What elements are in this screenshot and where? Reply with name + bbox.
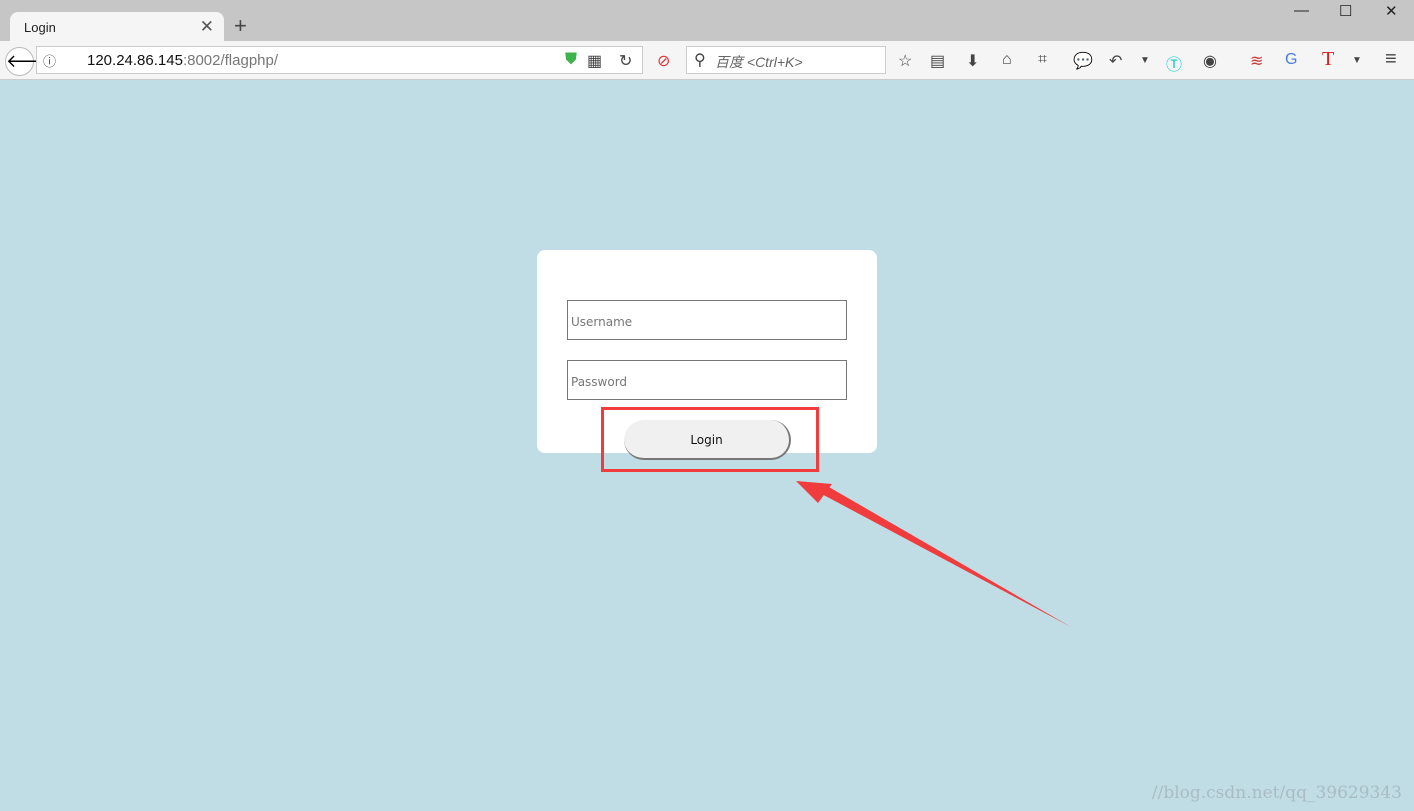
watermark: //blog.csdn.net/qq_39629343 [1151, 783, 1402, 803]
annotation-arrow [796, 481, 1071, 627]
